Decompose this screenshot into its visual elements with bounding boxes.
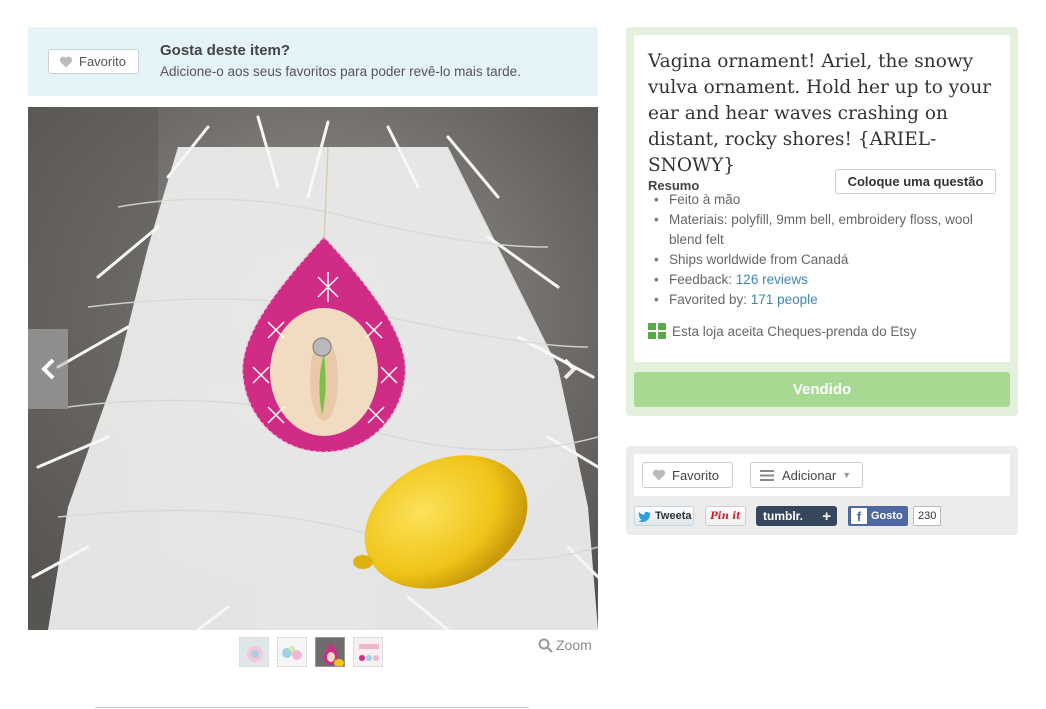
thumbnail[interactable] bbox=[239, 637, 269, 667]
favorited-people-link[interactable]: 171 people bbox=[751, 292, 818, 307]
favorite-banner: Favorito Gosta deste item? Adicione-o ao… bbox=[28, 27, 598, 96]
reviews-link[interactable]: 126 reviews bbox=[736, 272, 808, 287]
tweet-label: Tweeta bbox=[655, 510, 692, 522]
heart-icon bbox=[59, 56, 73, 67]
summary-handmade: Feito à mão bbox=[654, 190, 999, 210]
facebook-label: Gosto bbox=[871, 510, 903, 522]
share-row: Tweeta Pin it tumblr. + f Gosto 230 bbox=[634, 506, 942, 526]
sold-button[interactable]: Vendido bbox=[634, 372, 1010, 407]
caret-down-icon: ▼ bbox=[842, 470, 852, 480]
gift-card-icon bbox=[648, 323, 666, 339]
list-icon bbox=[760, 469, 774, 481]
thumbnail[interactable] bbox=[315, 637, 345, 667]
favorite-banner-subtitle: Adicione-o aos seus favoritos para poder… bbox=[160, 64, 521, 79]
thumbnail-strip bbox=[239, 637, 383, 667]
favorite-banner-title: Gosta deste item? bbox=[160, 42, 291, 59]
gift-card-notice: Esta loja aceita Cheques-prenda do Etsy bbox=[648, 323, 917, 339]
product-photo bbox=[28, 107, 598, 630]
feedback-label: Feedback: bbox=[669, 272, 736, 287]
pinterest-button[interactable]: Pin it bbox=[705, 506, 746, 526]
thumbnail[interactable] bbox=[353, 637, 383, 667]
tweet-button[interactable]: Tweeta bbox=[634, 506, 694, 526]
summary-feedback: Feedback: 126 reviews bbox=[654, 270, 999, 290]
social-panel: Favorito Adicionar ▼ Tweeta Pin it tumbl… bbox=[626, 446, 1018, 535]
previous-image-button[interactable] bbox=[28, 329, 68, 409]
add-to-list-button[interactable]: Adicionar ▼ bbox=[750, 462, 863, 488]
product-info-panel: Vagina ornament! Ariel, the snowy vulva … bbox=[626, 27, 1018, 416]
heart-icon bbox=[652, 469, 666, 481]
summary-materials: Materiais: polyfill, 9mm bell, embroider… bbox=[654, 210, 999, 250]
tumblr-button[interactable]: tumblr. + bbox=[756, 506, 837, 526]
product-main-image[interactable] bbox=[28, 107, 598, 630]
tumblr-label: tumblr. bbox=[763, 509, 804, 523]
product-info-card: Vagina ornament! Ariel, the snowy vulva … bbox=[634, 35, 1010, 362]
chevron-left-icon bbox=[41, 358, 55, 380]
facebook-like-button[interactable]: f Gosto bbox=[848, 506, 908, 526]
chevron-right-icon bbox=[563, 358, 577, 380]
gift-card-text: Esta loja aceita Cheques-prenda do Etsy bbox=[672, 323, 917, 339]
social-actions: Favorito Adicionar ▼ bbox=[634, 454, 1010, 496]
plus-icon: + bbox=[822, 507, 831, 525]
next-image-button[interactable] bbox=[550, 329, 590, 409]
summary-list: Feito à mão Materiais: polyfill, 9mm bel… bbox=[654, 190, 999, 310]
thumbnail[interactable] bbox=[277, 637, 307, 667]
zoom-label: Zoom bbox=[556, 637, 592, 653]
summary-favorited: Favorited by: 171 people bbox=[654, 290, 999, 310]
favorited-label: Favorited by: bbox=[669, 292, 751, 307]
favorite-button-label: Favorito bbox=[79, 54, 126, 69]
summary-shipping: Ships worldwide from Canadá bbox=[654, 250, 999, 270]
facebook-like-count: 230 bbox=[913, 506, 942, 526]
divider bbox=[95, 707, 529, 708]
favorite-secondary-label: Favorito bbox=[672, 467, 719, 483]
twitter-bird-icon bbox=[638, 511, 651, 522]
magnifier-icon bbox=[538, 638, 553, 653]
zoom-button[interactable]: Zoom bbox=[538, 637, 592, 653]
favorite-button-secondary[interactable]: Favorito bbox=[642, 462, 733, 488]
product-title: Vagina ornament! Ariel, the snowy vulva … bbox=[648, 51, 992, 176]
favorite-button[interactable]: Favorito bbox=[48, 49, 139, 74]
facebook-icon: f bbox=[851, 508, 867, 524]
add-label: Adicionar bbox=[782, 467, 837, 483]
